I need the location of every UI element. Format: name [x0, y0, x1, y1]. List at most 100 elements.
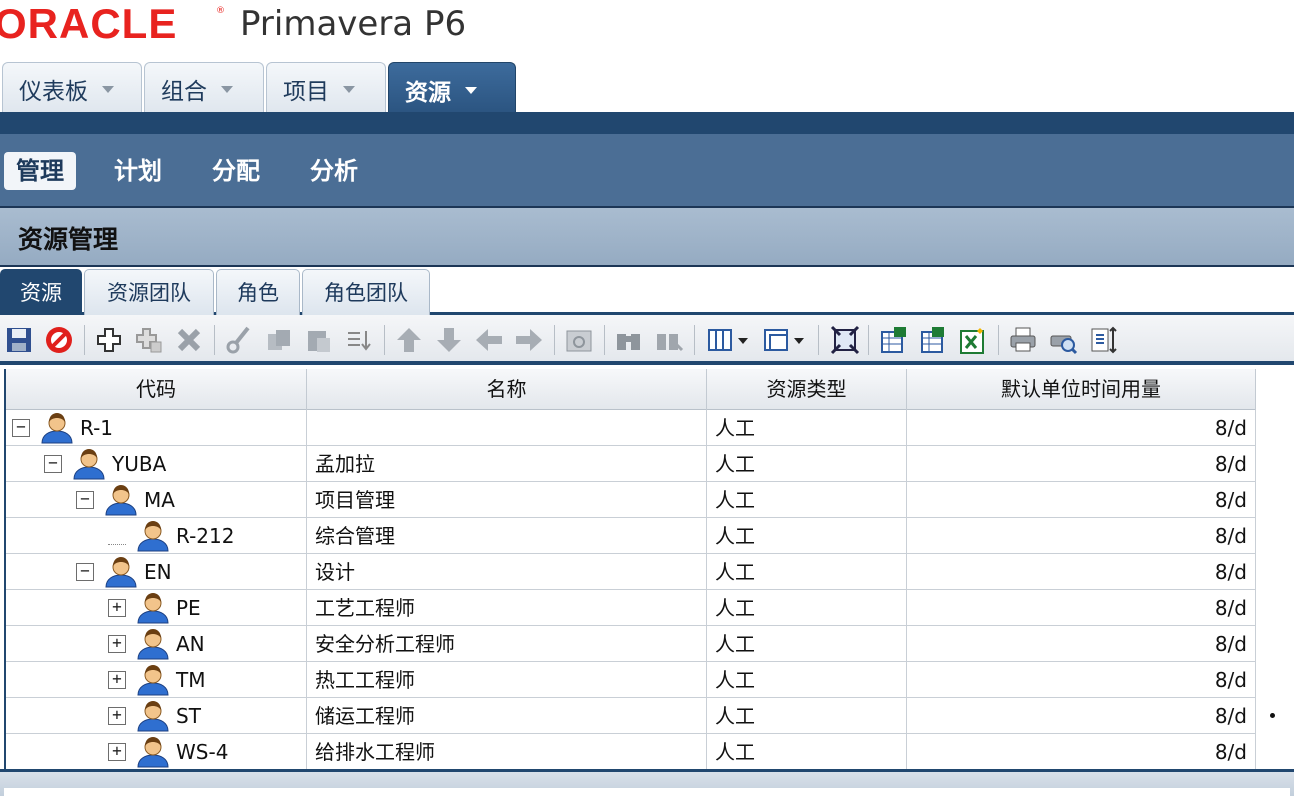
calendar-icon[interactable]: [562, 323, 596, 357]
table-row[interactable]: − EN 设计 人工 8/d: [6, 554, 1256, 590]
resource-name[interactable]: 综合管理: [307, 518, 707, 554]
resource-name[interactable]: 给排水工程师: [307, 734, 707, 770]
paste-icon[interactable]: [302, 323, 336, 357]
column-header-code[interactable]: 代码: [6, 369, 307, 410]
find-icon[interactable]: [612, 323, 646, 357]
bottom-pane-divider[interactable]: [0, 769, 1294, 796]
resource-type[interactable]: 人工: [707, 554, 907, 590]
tab-resources-list[interactable]: 资源: [0, 269, 82, 315]
excel-icon[interactable]: [956, 323, 990, 357]
default-units-per-time[interactable]: 8/d: [907, 410, 1256, 446]
cell-code[interactable]: R-212: [6, 518, 307, 554]
default-units-per-time[interactable]: 8/d: [907, 554, 1256, 590]
fit-icon[interactable]: [828, 323, 862, 357]
resource-type[interactable]: 人工: [707, 662, 907, 698]
expand-icon[interactable]: +: [108, 635, 126, 653]
layout-icon[interactable]: [760, 323, 810, 357]
find-next-icon[interactable]: [652, 323, 686, 357]
resource-name[interactable]: 热工工程师: [307, 662, 707, 698]
export-excel-icon[interactable]: [876, 323, 910, 357]
resource-name[interactable]: [307, 410, 707, 446]
resource-name[interactable]: 项目管理: [307, 482, 707, 518]
cancel-icon[interactable]: [42, 323, 76, 357]
resource-type[interactable]: 人工: [707, 734, 907, 770]
cell-code[interactable]: + PE: [6, 590, 307, 626]
resource-type[interactable]: 人工: [707, 482, 907, 518]
cell-code[interactable]: − R-1: [6, 410, 307, 446]
table-row[interactable]: − R-1 人工 8/d: [6, 410, 1256, 446]
default-units-per-time[interactable]: 8/d: [907, 662, 1256, 698]
default-units-per-time[interactable]: 8/d: [907, 446, 1256, 482]
collapse-icon[interactable]: −: [44, 455, 62, 473]
default-units-per-time[interactable]: 8/d: [907, 518, 1256, 554]
table-row[interactable]: − MA 项目管理 人工 8/d: [6, 482, 1256, 518]
save-icon[interactable]: [2, 323, 36, 357]
expand-icon[interactable]: +: [108, 707, 126, 725]
resource-type[interactable]: 人工: [707, 590, 907, 626]
table-row[interactable]: R-212 综合管理 人工 8/d: [6, 518, 1256, 554]
print-icon[interactable]: [1006, 323, 1040, 357]
delete-icon[interactable]: [172, 323, 206, 357]
columns-icon[interactable]: [704, 323, 754, 357]
subnav-analyze[interactable]: 分析: [310, 152, 358, 190]
table-row[interactable]: + WS-4 给排水工程师 人工 8/d: [6, 734, 1256, 770]
cell-code[interactable]: − MA: [6, 482, 307, 518]
tab-resources[interactable]: 资源: [388, 62, 516, 116]
tab-portfolio[interactable]: 组合: [144, 62, 264, 114]
cell-code[interactable]: + TM: [6, 662, 307, 698]
page-setup-icon[interactable]: [1086, 323, 1120, 357]
add-icon[interactable]: [92, 323, 126, 357]
add-child-icon[interactable]: [132, 323, 166, 357]
resource-name[interactable]: 安全分析工程师: [307, 626, 707, 662]
resource-type[interactable]: 人工: [707, 698, 907, 734]
resource-name[interactable]: 工艺工程师: [307, 590, 707, 626]
resource-type[interactable]: 人工: [707, 626, 907, 662]
column-header-units[interactable]: 默认单位时间用量: [907, 369, 1256, 410]
resource-type[interactable]: 人工: [707, 446, 907, 482]
subnav-plan[interactable]: 计划: [114, 152, 162, 190]
default-units-per-time[interactable]: 8/d: [907, 734, 1256, 770]
resource-name[interactable]: 设计: [307, 554, 707, 590]
resource-name[interactable]: 孟加拉: [307, 446, 707, 482]
cell-code[interactable]: − EN: [6, 554, 307, 590]
move-up-icon[interactable]: [392, 323, 426, 357]
resource-type[interactable]: 人工: [707, 410, 907, 446]
cell-code[interactable]: + ST: [6, 698, 307, 734]
sort-icon[interactable]: [342, 323, 376, 357]
column-header-type[interactable]: 资源类型: [707, 369, 907, 410]
column-header-name[interactable]: 名称: [307, 369, 707, 410]
subnav-manage[interactable]: 管理: [4, 152, 76, 190]
table-row[interactable]: + AN 安全分析工程师 人工 8/d: [6, 626, 1256, 662]
default-units-per-time[interactable]: 8/d: [907, 482, 1256, 518]
tab-roles[interactable]: 角色: [216, 269, 300, 315]
default-units-per-time[interactable]: 8/d: [907, 626, 1256, 662]
collapse-icon[interactable]: −: [76, 491, 94, 509]
expand-icon[interactable]: +: [108, 671, 126, 689]
subnav-assign[interactable]: 分配: [212, 152, 260, 190]
import-excel-icon[interactable]: [916, 323, 950, 357]
move-down-icon[interactable]: [432, 323, 466, 357]
tab-projects[interactable]: 项目: [266, 62, 386, 114]
table-row[interactable]: + TM 热工工程师 人工 8/d: [6, 662, 1256, 698]
cut-icon[interactable]: [222, 323, 256, 357]
tab-role-teams[interactable]: 角色团队: [302, 269, 430, 315]
move-left-icon[interactable]: [472, 323, 506, 357]
expand-icon[interactable]: +: [108, 743, 126, 761]
resource-name[interactable]: 储运工程师: [307, 698, 707, 734]
expand-icon[interactable]: +: [108, 599, 126, 617]
copy-icon[interactable]: [262, 323, 296, 357]
cell-code[interactable]: − YUBA: [6, 446, 307, 482]
default-units-per-time[interactable]: 8/d: [907, 698, 1256, 734]
print-preview-icon[interactable]: [1046, 323, 1080, 357]
collapse-icon[interactable]: −: [76, 563, 94, 581]
tab-resource-teams[interactable]: 资源团队: [84, 269, 214, 315]
tab-dashboard[interactable]: 仪表板: [2, 62, 142, 114]
table-row[interactable]: − YUBA 孟加拉 人工 8/d: [6, 446, 1256, 482]
move-right-icon[interactable]: [512, 323, 546, 357]
resource-type[interactable]: 人工: [707, 518, 907, 554]
table-row[interactable]: + ST 储运工程师 人工 8/d: [6, 698, 1256, 734]
default-units-per-time[interactable]: 8/d: [907, 590, 1256, 626]
collapse-icon[interactable]: −: [12, 419, 30, 437]
cell-code[interactable]: + AN: [6, 626, 307, 662]
cell-code[interactable]: + WS-4: [6, 734, 307, 770]
